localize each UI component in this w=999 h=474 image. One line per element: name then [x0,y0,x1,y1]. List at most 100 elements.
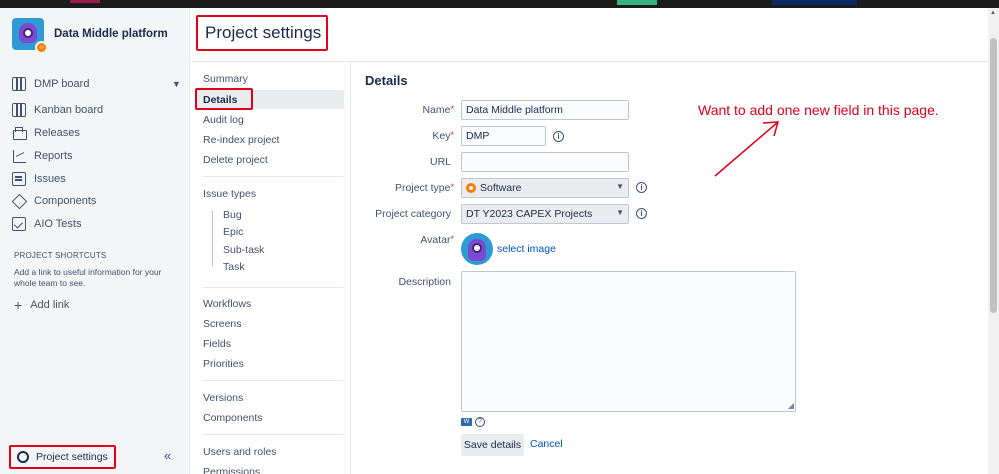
settings-nav-epic[interactable]: Epic [223,226,243,238]
components-icon [12,194,26,208]
page-scrollbar[interactable]: ▲ [988,8,999,474]
settings-nav-workflows[interactable]: Workflows [203,298,251,310]
kanban-board-icon [12,103,26,117]
releases-icon [12,126,27,140]
annotation-arrow-icon [714,121,780,177]
details-heading: Details [365,73,408,88]
key-info-icon[interactable]: i [553,131,564,142]
url-field[interactable] [461,152,629,172]
page-title: Project settings [196,15,328,51]
scroll-up-icon[interactable]: ▲ [990,10,996,16]
settings-nav-reindex[interactable]: Re-index project [203,134,279,146]
board-selector-label: DMP board [34,78,90,90]
required-marker: * [450,104,454,114]
settings-nav-versions[interactable]: Versions [203,392,243,404]
project-avatar-preview[interactable] [461,233,493,265]
board-selector[interactable]: DMP board ▼ [12,74,181,94]
project-category-label: Project category [375,208,451,220]
sidebar-item-label: Releases [34,127,80,139]
project-category-info-icon[interactable]: i [636,208,647,219]
reports-icon [12,149,26,163]
chevron-down-icon: ▼ [172,79,181,89]
scrollbar-thumb[interactable] [990,38,997,313]
aio-tests-icon [12,217,26,231]
help-icon[interactable]: ? [475,417,485,427]
wiki-markup-icon[interactable]: W [461,418,472,426]
project-name[interactable]: Data Middle platform [54,28,168,40]
settings-nav-screens[interactable]: Screens [203,318,242,330]
plus-icon: + [14,297,23,313]
top-bar-create-button[interactable] [617,0,657,5]
project-avatar: ‹› [12,18,48,54]
sidebar-item-label: Kanban board [34,104,104,116]
issues-icon [12,172,26,186]
settings-nav: Summary Details Audit log Re-index proje… [191,62,351,474]
required-marker: * [450,182,454,192]
project-header[interactable]: ‹› Data Middle platform [12,18,168,54]
settings-nav-bug[interactable]: Bug [223,209,242,221]
browser-top-bar [0,0,999,8]
required-marker: * [450,130,454,140]
project-type-label: Project type* [364,182,454,194]
description-textarea[interactable]: ◢ [461,271,796,412]
shortcuts-title: PROJECT SHORTCUTS [14,251,107,260]
add-link-label: Add link [30,299,70,311]
software-icon [466,183,476,193]
settings-nav-components[interactable]: Components [203,412,263,424]
settings-nav-summary[interactable]: Summary [203,73,248,85]
avatar-label-text: Avatar [420,234,451,246]
sidebar-item-label: Reports [34,150,73,162]
sidebar-item-label: AIO Tests [34,218,82,230]
software-badge-icon: ‹› [35,41,48,54]
settings-nav-audit-log[interactable]: Audit log [203,114,244,126]
annotation-text: Want to add one new field in this page. [698,102,939,118]
details-highlight-box [195,88,253,110]
settings-nav-priorities[interactable]: Priorities [203,358,244,370]
sidebar-item-reports[interactable]: Reports [12,146,73,166]
sidebar-item-aio-tests[interactable]: AIO Tests [12,214,81,234]
settings-nav-subtask[interactable]: Sub-task [223,244,264,256]
project-type-label-text: Project type [395,182,451,194]
key-label: Key* [364,130,454,142]
project-type-select[interactable]: Software ▼ [461,178,629,198]
project-category-select[interactable]: DT Y2023 CAPEX Projects ▼ [461,204,629,224]
cancel-link[interactable]: Cancel [530,438,563,450]
sidebar-item-project-settings[interactable]: Project settings [9,445,116,469]
sidebar-item-kanban-board[interactable]: Kanban board [12,100,103,120]
settings-nav-permissions[interactable]: Permissions [203,466,260,474]
sidebar-item-issues[interactable]: Issues [12,169,66,189]
settings-nav-task[interactable]: Task [223,261,245,273]
nav-divider [203,176,343,177]
chevron-down-icon: ▼ [616,182,624,191]
resize-grip-icon[interactable]: ◢ [788,401,794,410]
project-type-value: Software [480,182,522,194]
select-image-link[interactable]: select image [497,243,556,255]
issue-types-tree-line [212,211,213,267]
settings-nav-issue-types[interactable]: Issue types [203,188,256,200]
gear-icon [17,451,29,463]
project-category-value: DT Y2023 CAPEX Projects [466,208,593,220]
project-settings-label: Project settings [36,451,108,463]
nav-divider [203,380,343,381]
shortcuts-description: Add a link to useful information for you… [14,267,162,288]
sidebar-item-label: Issues [34,173,66,185]
settings-nav-delete[interactable]: Delete project [203,154,268,166]
settings-nav-users-roles[interactable]: Users and roles [203,446,277,458]
project-type-info-icon[interactable]: i [636,182,647,193]
name-label-text: Name [422,104,451,116]
key-field[interactable]: DMP [461,126,546,146]
add-link-button[interactable]: + Add link [14,297,70,313]
name-field[interactable]: Data Middle platform [461,100,629,120]
key-label-text: Key [432,130,451,142]
sidebar-item-releases[interactable]: Releases [12,123,80,143]
name-label: Name* [364,104,454,116]
settings-nav-fields[interactable]: Fields [203,338,231,350]
sidebar-item-components[interactable]: Components [12,191,96,211]
sidebar-item-label: Components [34,195,97,207]
top-bar-search[interactable] [772,0,857,5]
avatar-eye [23,28,33,38]
collapse-sidebar-icon[interactable]: « [164,448,171,463]
avatar-eye [472,243,482,253]
board-icon [12,77,26,91]
save-details-button[interactable]: Save details [461,434,524,456]
